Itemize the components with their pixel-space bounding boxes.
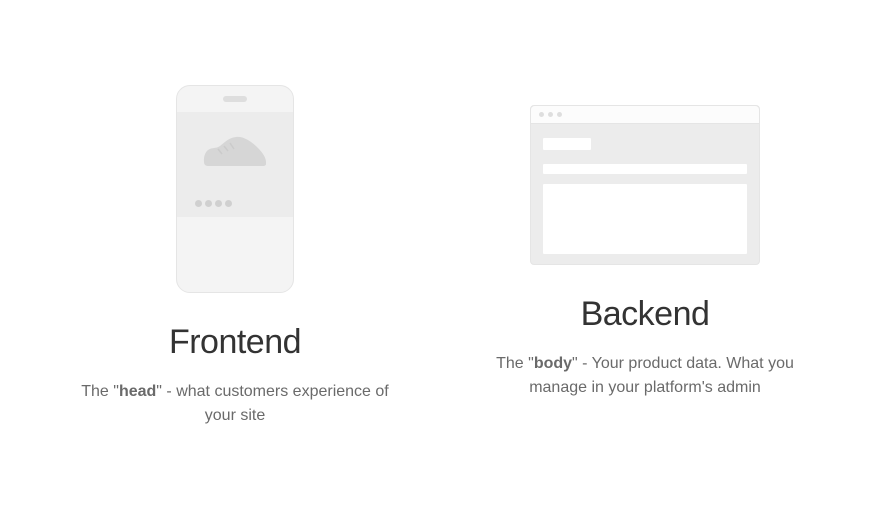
placeholder-line-icon	[543, 164, 747, 174]
window-control-icon	[557, 112, 562, 117]
shoe-icon	[198, 132, 272, 170]
backend-desc-prefix: The "	[496, 355, 534, 372]
frontend-title: Frontend	[169, 323, 301, 362]
frontend-desc-prefix: The "	[81, 383, 119, 400]
frontend-desc-bold: head	[119, 383, 156, 400]
placeholder-block-icon	[543, 138, 591, 150]
window-control-icon	[548, 112, 553, 117]
backend-title: Backend	[581, 295, 710, 334]
browser-mockup	[530, 105, 760, 265]
backend-column: Backend The "body" - Your product data. …	[445, 85, 845, 400]
placeholder-content-icon	[543, 184, 747, 254]
browser-body	[531, 124, 759, 264]
window-control-icon	[539, 112, 544, 117]
frontend-description: The "head" - what customers experience o…	[65, 380, 405, 428]
product-image-area	[177, 112, 293, 190]
phone-screen	[177, 112, 293, 217]
phone-mockup	[176, 85, 294, 293]
phone-speaker-icon	[223, 96, 247, 102]
frontend-column: Frontend The "head" - what customers exp…	[35, 85, 435, 428]
browser-titlebar	[531, 106, 759, 124]
carousel-dots-icon	[177, 190, 293, 217]
backend-desc-bold: body	[534, 355, 572, 372]
frontend-desc-suffix: " - what customers experience of your si…	[156, 383, 388, 424]
backend-description: The "body" - Your product data. What you…	[475, 352, 815, 400]
